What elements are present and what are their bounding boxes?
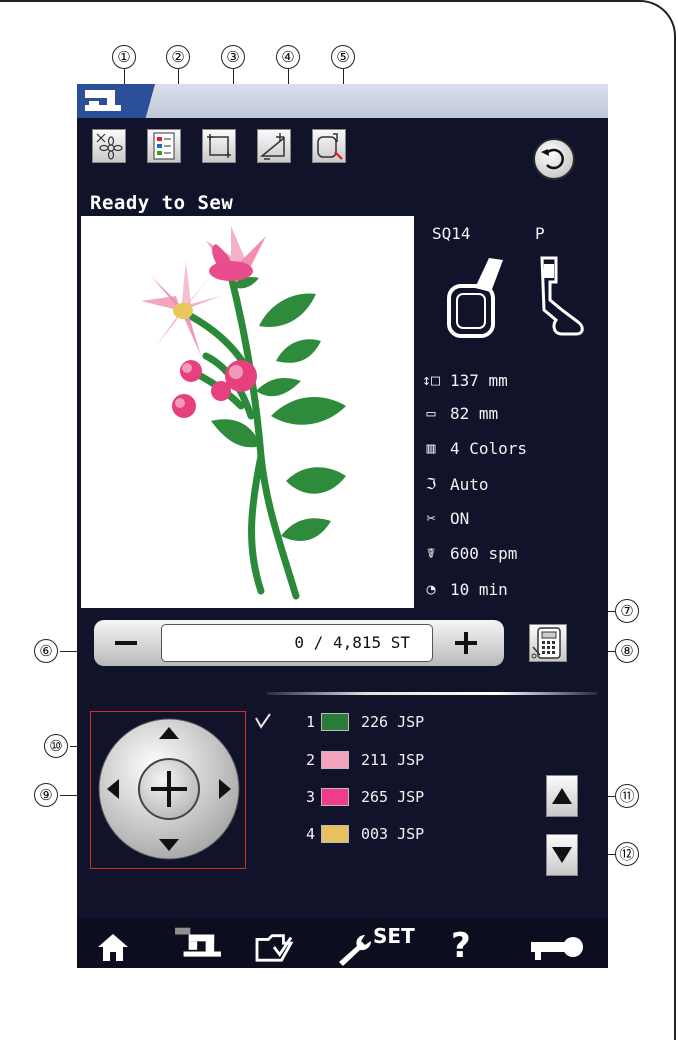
stitch-count-display: 0 / 4,815 ST <box>161 624 433 662</box>
up-arrow-icon <box>552 788 572 804</box>
runner-icon: ☤ <box>426 544 436 562</box>
color-number: 2 <box>305 751 315 769</box>
stat-time-value: 10 min <box>450 579 508 599</box>
set-wrench-button[interactable]: SET <box>335 924 415 966</box>
color-swatch <box>321 825 349 843</box>
clock-icon: ◔ <box>426 580 436 598</box>
stitch-forward-button[interactable] <box>445 625 489 661</box>
color-number: 1 <box>305 713 315 731</box>
stat-colors: ▥ 4 Colors <box>422 437 527 459</box>
color-code: 211 JSP <box>361 751 425 769</box>
set-label: SET <box>373 924 415 948</box>
color-row[interactable]: 2 211 JSP <box>299 749 424 771</box>
presser-foot-icon <box>540 256 584 336</box>
color-list-icon <box>153 132 175 160</box>
stitch-back-button[interactable] <box>105 625 149 661</box>
speed-button[interactable] <box>257 129 291 163</box>
color-code: 003 JSP <box>361 825 425 843</box>
calculator-icon <box>531 627 561 659</box>
scroll-up-button[interactable] <box>546 775 578 817</box>
top-bar <box>77 84 608 118</box>
stat-trim: ✂ ON <box>422 507 469 529</box>
stat-speed: ☤ 600 spm <box>422 542 517 564</box>
stat-tension-value: Auto <box>450 474 489 494</box>
plus-icon <box>455 632 477 654</box>
back-button[interactable] <box>533 138 575 180</box>
callout-8: ⑧ <box>615 639 639 663</box>
color-number: 3 <box>305 788 315 806</box>
embroidery-mode-icon <box>85 90 121 111</box>
color-swatch <box>321 713 349 731</box>
foot-label: P <box>535 224 545 243</box>
stat-colors-value: 4 Colors <box>450 438 528 458</box>
jog-key[interactable] <box>95 715 243 863</box>
spool-icon: ▥ <box>426 439 436 457</box>
home-icon[interactable] <box>95 930 131 964</box>
tension-icon: ℑ <box>425 475 437 493</box>
callout-2: ② <box>166 45 190 69</box>
height-icon: ↕□ <box>422 371 441 389</box>
scroll-down-button[interactable] <box>546 834 578 876</box>
callout-5: ⑤ <box>331 45 355 69</box>
hoop-button[interactable] <box>312 129 346 163</box>
hoop-icon <box>317 133 343 160</box>
color-swatch <box>321 788 349 806</box>
flower-jog-icon <box>96 133 123 160</box>
divider-line <box>267 692 597 695</box>
sewing-machine-icon[interactable] <box>167 926 229 960</box>
callout-3: ③ <box>221 45 245 69</box>
callout-9: ⑨ <box>34 783 58 807</box>
back-arrow-icon <box>541 148 564 170</box>
hoop-type-icon <box>447 258 503 338</box>
stitch-calculator-button[interactable] <box>529 624 567 662</box>
stat-tension: ℑ Auto <box>422 473 489 495</box>
color-row[interactable]: 4 003 JSP <box>299 823 424 845</box>
stat-width-value: 82 mm <box>450 403 499 423</box>
callout-4: ④ <box>276 45 300 69</box>
callout-10: ⑩ <box>44 734 68 758</box>
callout-1: ① <box>112 45 136 69</box>
help-icon: ? <box>451 926 471 966</box>
device-screen: Ready to Sew SQ14 P ↕□ 137 mm ▭ 82 mm ▥ … <box>77 84 608 968</box>
color-row[interactable]: 3 265 JSP <box>299 786 424 808</box>
color-row[interactable]: 1 226 JSP <box>299 711 424 733</box>
stat-width: ▭ 82 mm <box>422 402 498 424</box>
stat-height: ↕□ 137 mm <box>422 369 508 391</box>
minus-icon <box>115 641 137 645</box>
status-text: Ready to Sew <box>90 192 234 214</box>
color-code: 226 JSP <box>361 713 425 731</box>
callout-6: ⑥ <box>34 639 58 663</box>
stat-trim-value: ON <box>450 508 470 528</box>
file-folder-icon[interactable] <box>252 930 296 964</box>
width-icon: ▭ <box>426 404 436 422</box>
color-list-button[interactable] <box>147 129 181 163</box>
stat-height-value: 137 mm <box>450 370 508 390</box>
help-button[interactable]: ? <box>451 926 481 966</box>
color-code: 265 JSP <box>361 788 425 806</box>
key-lock-icon[interactable] <box>527 930 587 964</box>
callout-7: ⑦ <box>615 599 639 623</box>
callout-11: ⑪ <box>615 784 639 808</box>
stat-speed-value: 600 spm <box>450 543 518 563</box>
trace-icon <box>207 134 231 158</box>
scissors-icon: ✂ <box>426 509 436 527</box>
embroidery-design-image <box>141 226 346 600</box>
trace-button[interactable] <box>202 129 236 163</box>
check-mark-icon <box>255 713 271 729</box>
flower-jog-button[interactable] <box>92 129 126 163</box>
callout-12: ⑫ <box>615 842 639 866</box>
down-arrow-icon <box>552 847 572 863</box>
hoop-label: SQ14 <box>432 224 471 243</box>
color-number: 4 <box>305 825 315 843</box>
color-swatch <box>321 751 349 769</box>
speed-icon <box>259 133 285 160</box>
stat-time: ◔ 10 min <box>422 578 508 600</box>
design-preview <box>81 216 414 608</box>
